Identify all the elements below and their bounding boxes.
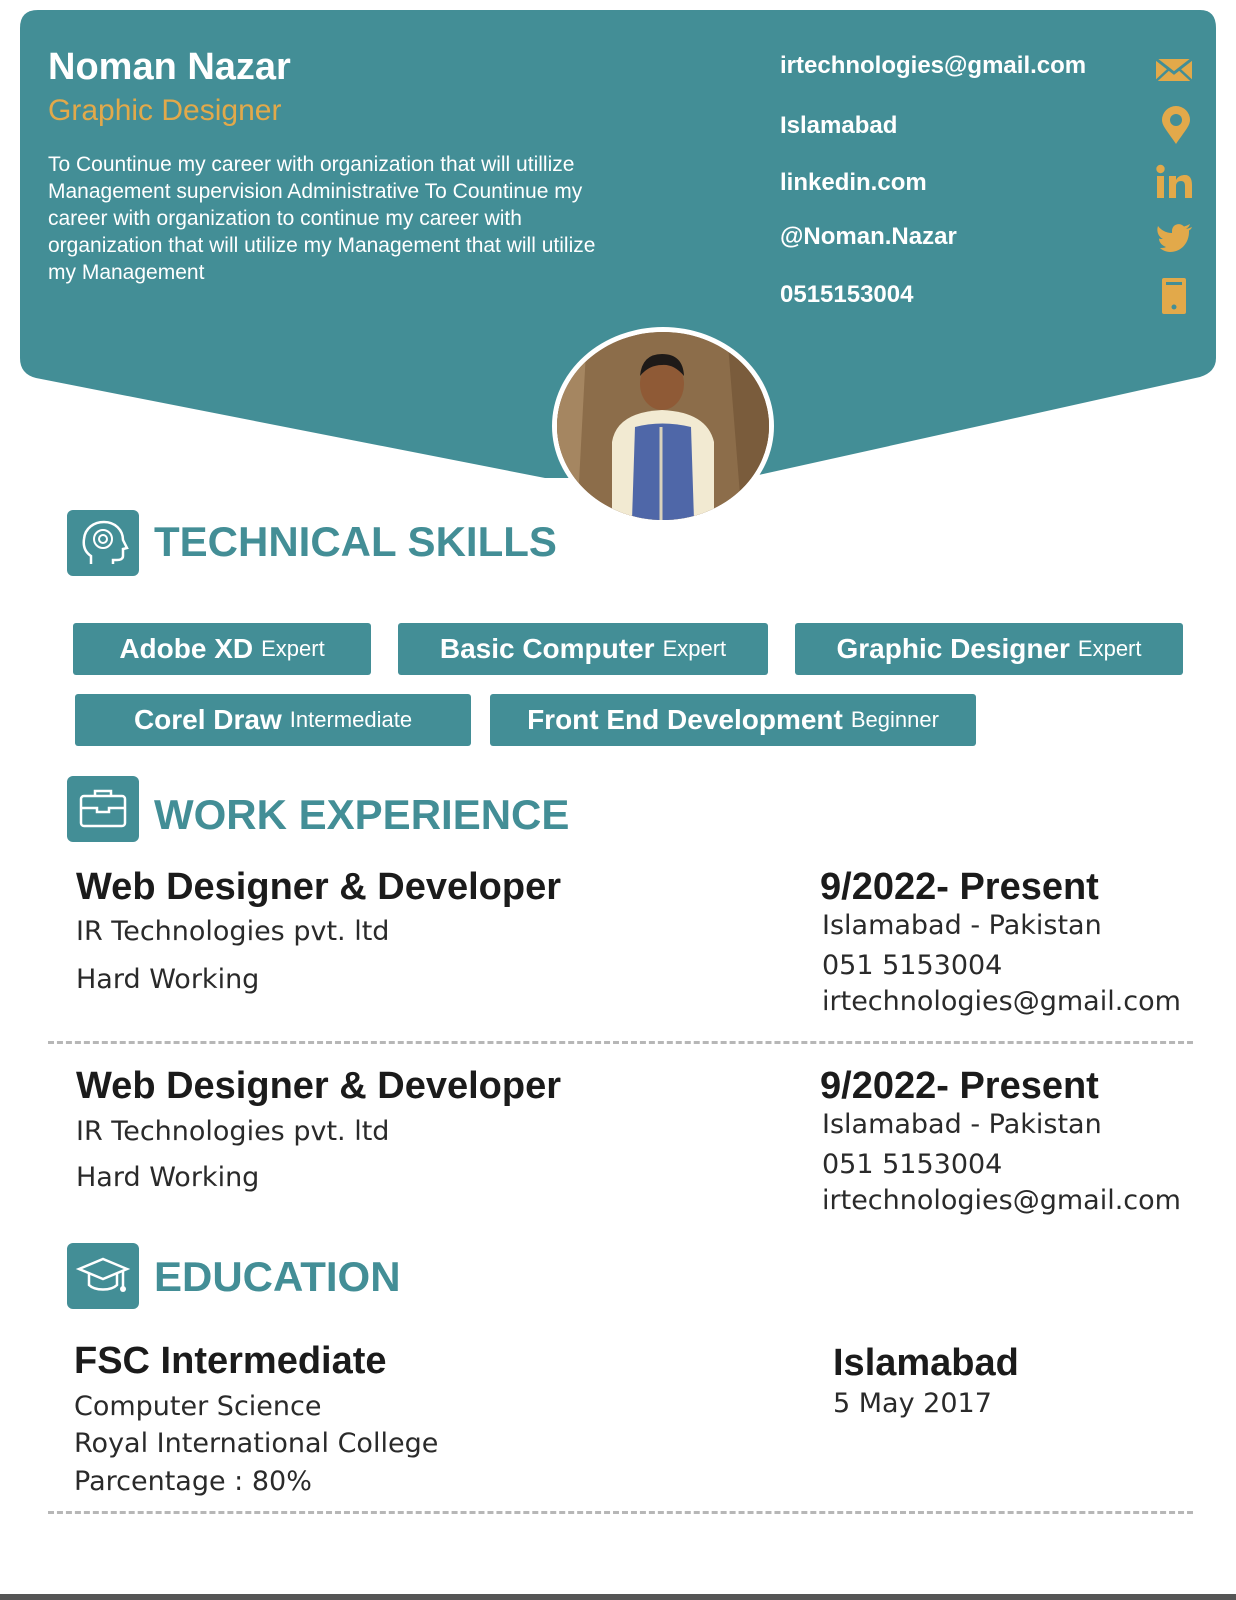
contact-phone: 0515153004 [780, 281, 914, 308]
skill-level: Beginner [850, 707, 939, 732]
skill-level: Expert [662, 636, 727, 661]
skill-chip: Adobe XD Expert [73, 623, 371, 675]
contact-linkedin[interactable]: linkedin.com [780, 169, 1130, 197]
career-summary: To Countinue my career with organization… [48, 153, 596, 284]
education-place: Islamabad [833, 1342, 1019, 1384]
profile-photo [552, 327, 774, 525]
skill-chip: Graphic Designer Expert [795, 623, 1183, 675]
job-location: Islamabad - Pakistan [822, 910, 1102, 941]
education-field: Computer Science [74, 1391, 322, 1422]
briefcase-icon [79, 789, 127, 828]
job-note: Hard Working [76, 1162, 260, 1193]
candidate-role: Graphic Designer [48, 94, 282, 127]
skill-name: Corel Draw [133, 704, 282, 735]
linkedin-icon [1156, 164, 1192, 198]
job-date: 9/2022- Present [820, 866, 1099, 908]
education-section-icon [67, 1243, 139, 1309]
skill-name: Front End Development [527, 704, 843, 735]
profile-photo-illustration [557, 332, 769, 520]
graduation-cap-icon [75, 1257, 131, 1292]
education-degree: FSC Intermediate [74, 1340, 387, 1382]
skill-name: Adobe XD [119, 633, 254, 664]
contact-email[interactable]: irtechnologies@gmail.com [780, 52, 1130, 80]
head-brain-icon [82, 520, 129, 564]
skill-level: Expert [1077, 636, 1142, 661]
skill-name: Graphic Designer [836, 633, 1070, 664]
envelope-icon [1155, 57, 1193, 82]
page-bottom-border [0, 1594, 1236, 1600]
job-title: Web Designer & Developer [76, 1065, 562, 1107]
job-email[interactable]: irtechnologies@gmail.com [822, 986, 1181, 1017]
education-date: 5 May 2017 [833, 1388, 992, 1419]
education-grade: Parcentage : 80% [74, 1466, 312, 1497]
contact-city: Islamabad [780, 112, 898, 139]
skill-chip: Front End Development Beginner [490, 694, 976, 746]
candidate-name: Noman Nazar [48, 46, 291, 88]
job-location: Islamabad - Pakistan [822, 1109, 1102, 1140]
work-section-title: WORK EXPERIENCE [154, 791, 570, 838]
twitter-icon [1157, 224, 1192, 252]
skill-chip: Corel Draw Intermediate [75, 694, 471, 746]
phone-icon [1162, 278, 1186, 314]
contact-twitter[interactable]: @Noman.Nazar [780, 223, 1130, 251]
job-phone: 051 5153004 [822, 950, 1003, 981]
skill-level: Expert [261, 636, 325, 661]
work-section-icon [67, 776, 139, 842]
skill-chip: Basic Computer Expert [398, 623, 768, 675]
job-phone: 051 5153004 [822, 1149, 1003, 1180]
skill-name: Basic Computer [439, 633, 655, 664]
skills-section-title: TECHNICAL SKILLS [154, 518, 557, 565]
job-title: Web Designer & Developer [76, 866, 562, 908]
skills-section-icon [67, 510, 139, 576]
job-email[interactable]: irtechnologies@gmail.com [822, 1185, 1181, 1216]
skill-level: Intermediate [289, 707, 413, 732]
job-note: Hard Working [76, 964, 260, 995]
education-school: Royal International College [74, 1428, 439, 1459]
job-company: IR Technologies pvt. ltd [76, 1116, 390, 1147]
section-divider [48, 1511, 1193, 1514]
location-pin-icon [1162, 106, 1190, 144]
education-section-title: EDUCATION [154, 1253, 401, 1300]
job-date: 9/2022- Present [820, 1065, 1099, 1107]
job-company: IR Technologies pvt. ltd [76, 916, 390, 947]
section-divider [48, 1041, 1193, 1044]
